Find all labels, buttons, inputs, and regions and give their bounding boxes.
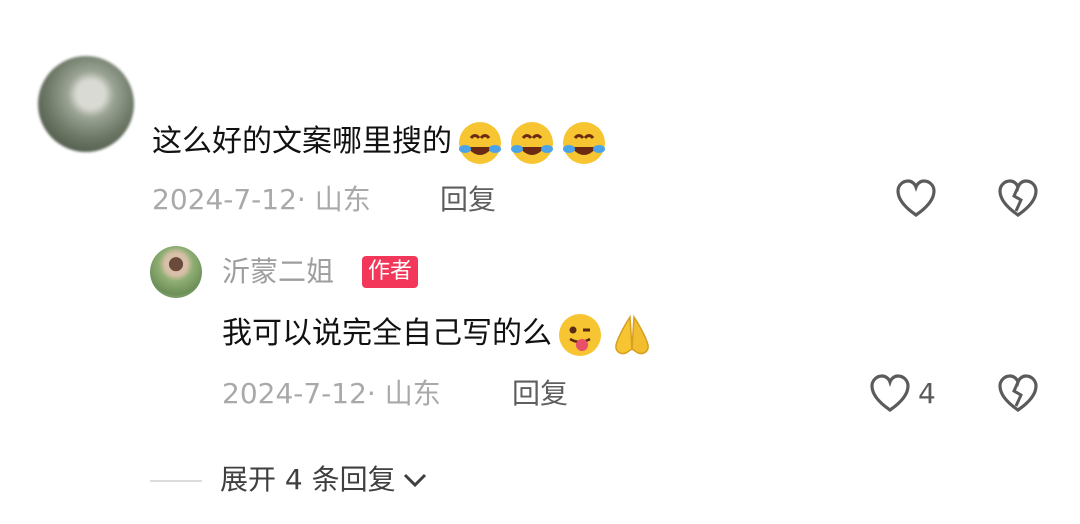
heart-outline-icon[interactable] bbox=[894, 178, 938, 220]
rofl-emoji bbox=[456, 119, 504, 167]
reply-text-row: 我可以说完全自己写的么 bbox=[222, 310, 656, 358]
comment-reply-button[interactable]: 回复 bbox=[440, 182, 496, 218]
divider bbox=[150, 480, 202, 482]
praying-hands-emoji bbox=[608, 311, 656, 359]
broken-heart-icon[interactable] bbox=[996, 373, 1040, 415]
winking-tongue-emoji bbox=[556, 311, 604, 359]
heart-outline-icon[interactable] bbox=[868, 373, 912, 415]
chevron-down-icon bbox=[402, 470, 428, 490]
reply-text: 我可以说完全自己写的么 bbox=[222, 316, 552, 351]
reply-meta: 2024-7-12· 山东 bbox=[222, 377, 441, 410]
comment-text: 这么好的文案哪里搜的 bbox=[152, 124, 452, 159]
commenter-avatar[interactable] bbox=[38, 56, 134, 152]
reply-like-count: 4 bbox=[918, 377, 936, 410]
broken-heart-icon[interactable] bbox=[996, 178, 1040, 220]
comment-meta: 2024-7-12· 山东 bbox=[152, 183, 371, 216]
expand-replies-button[interactable]: 展开 4 条回复 bbox=[220, 462, 428, 498]
comment-text-row: 这么好的文案哪里搜的 bbox=[152, 118, 608, 166]
author-badge: 作者 bbox=[362, 256, 419, 288]
rofl-emoji bbox=[560, 119, 608, 167]
reply-reply-button[interactable]: 回复 bbox=[512, 376, 568, 412]
expand-replies-label: 展开 4 条回复 bbox=[220, 463, 396, 496]
reply-author-avatar[interactable] bbox=[150, 246, 202, 298]
reply-author-name[interactable]: 沂蒙二姐 bbox=[222, 254, 334, 290]
rofl-emoji bbox=[508, 119, 556, 167]
